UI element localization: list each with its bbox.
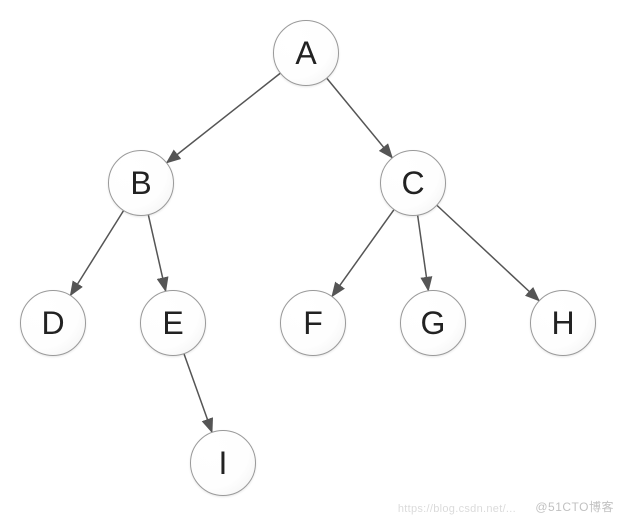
edge-b-d — [71, 211, 124, 295]
node-label: H — [551, 305, 574, 342]
node-g: G — [400, 290, 466, 356]
edge-c-g — [418, 216, 429, 291]
node-f: F — [280, 290, 346, 356]
edge-b-e — [148, 215, 165, 291]
watermark-secondary: https://blog.csdn.net/... — [398, 503, 516, 515]
node-label: C — [401, 165, 424, 202]
node-e: E — [140, 290, 206, 356]
node-i: I — [190, 430, 256, 496]
node-a: A — [273, 20, 339, 86]
node-label: E — [162, 305, 183, 342]
node-label: D — [41, 305, 64, 342]
edge-a-c — [327, 79, 392, 158]
edge-e-i — [184, 354, 212, 432]
node-label: B — [130, 165, 151, 202]
node-label: I — [219, 445, 228, 482]
node-label: G — [421, 305, 446, 342]
edge-a-b — [167, 73, 280, 162]
node-label: A — [295, 35, 316, 72]
node-b: B — [108, 150, 174, 216]
node-c: C — [380, 150, 446, 216]
edge-c-f — [332, 210, 394, 296]
node-h: H — [530, 290, 596, 356]
node-label: F — [303, 305, 323, 342]
edge-c-h — [437, 206, 539, 301]
node-d: D — [20, 290, 86, 356]
watermark-primary: @51CTO博客 — [535, 498, 614, 515]
